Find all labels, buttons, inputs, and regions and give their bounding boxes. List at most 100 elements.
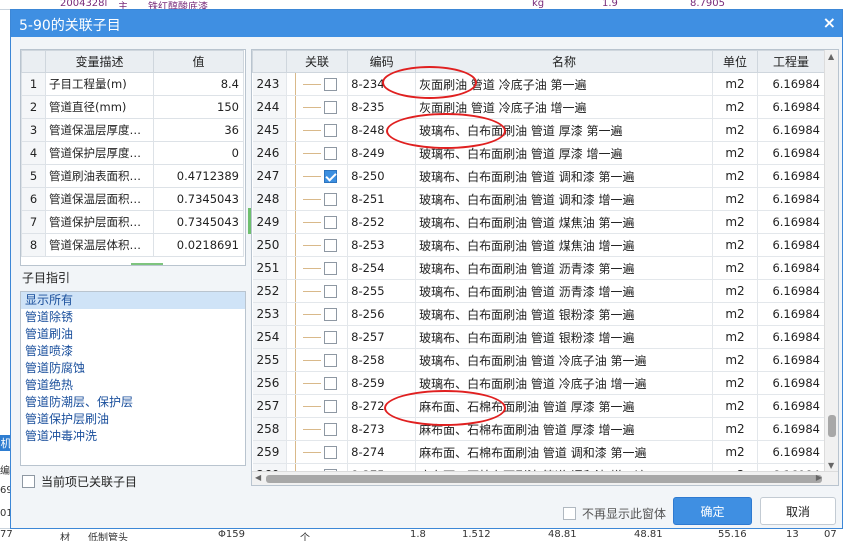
grid-row-unit: m2 <box>712 118 759 142</box>
parameter-row[interactable]: 2 管道直径(mm) 150 <box>21 95 244 119</box>
grid-row-checkbox[interactable] <box>323 377 337 390</box>
parameter-row-desc: 管道保温层面积… <box>45 187 154 211</box>
grid-row-qty: 6.16984 <box>757 210 825 234</box>
grid-row-relation <box>286 233 349 257</box>
grid-row-code: 8-252 <box>347 210 417 234</box>
ok-button[interactable]: 确定 <box>673 497 752 525</box>
guide-item[interactable]: 管道喷漆 <box>21 343 245 360</box>
guide-item[interactable]: 管道除锈 <box>21 309 245 326</box>
parameter-row-desc: 管道保护层厚度… <box>45 141 154 165</box>
guide-item[interactable]: 管道冲毒冲洗 <box>21 428 245 445</box>
no-show-checkbox-row[interactable]: 不再显示此窗体 <box>563 505 666 522</box>
grid-row-qty: 6.16984 <box>757 72 825 96</box>
cancel-button[interactable]: 取消 <box>760 497 836 525</box>
grid-row-checkbox[interactable] <box>323 147 337 160</box>
parameter-row-value[interactable]: 150 <box>153 95 244 119</box>
scroll-left-icon[interactable]: ◀ <box>255 473 261 482</box>
grid-row-checkbox[interactable] <box>323 193 337 206</box>
background-bottom-row: 77 材 低制管头 Φ159 个 1.8 1.512 48.81 48.81 5… <box>0 528 843 541</box>
scroll-up-icon[interactable]: ▲ <box>828 52 834 61</box>
grid-row[interactable]: 259 8-274 麻布面、石棉布面刷油 管道 调和漆 第一遍 m2 6.16984 <box>252 440 825 464</box>
tree-connector <box>302 199 321 200</box>
linked-items-dialog: 5-90的关联子目 × 变量描述 值 1 子目工程量(m) 8.4 2 管道直径(mm)… <box>10 9 843 529</box>
parameter-row-value[interactable]: 0 <box>153 141 244 165</box>
grid-row-name: 玻璃布、白布面刷油 管道 煤焦油 第一遍 <box>415 210 713 234</box>
close-icon[interactable]: × <box>823 13 836 32</box>
grid-row[interactable]: 255 8-258 玻璃布、白布面刷油 管道 冷底子油 第一遍 m2 6.16984 <box>252 348 825 372</box>
current-linked-checkbox-row[interactable]: 当前项已关联子目 <box>22 473 137 490</box>
grid-row-checkbox[interactable] <box>323 354 337 367</box>
grid-row-checkbox[interactable] <box>323 78 337 91</box>
grid-row-checkbox[interactable] <box>323 216 337 229</box>
dialog-titlebar[interactable]: 5-90的关联子目 × <box>11 10 842 37</box>
grid-row-relation <box>286 256 349 280</box>
grid-row[interactable]: 249 8-252 玻璃布、白布面刷油 管道 煤焦油 第一遍 m2 6.16984 <box>252 210 825 234</box>
guide-item[interactable]: 管道刷油 <box>21 326 245 343</box>
grid-row[interactable]: 245 8-248 玻璃布、白布面刷油 管道 厚漆 第一遍 m2 6.16984 <box>252 118 825 142</box>
guide-item[interactable]: 显示所有 <box>21 292 245 309</box>
vertical-scroll-thumb[interactable] <box>828 415 836 437</box>
parameter-row-value[interactable]: 0.4712389 <box>153 164 244 188</box>
grid-row[interactable]: 257 8-272 麻布面、石棉布面刷油 管道 厚漆 第一遍 m2 6.16984 <box>252 394 825 418</box>
grid-row[interactable]: 252 8-255 玻璃布、白布面刷油 管道 沥青漆 增一遍 m2 6.16984 <box>252 279 825 303</box>
horizontal-scroll-thumb[interactable] <box>266 475 822 483</box>
grid-row-unit: m2 <box>712 256 759 280</box>
param-scroll-indicator[interactable] <box>131 263 163 265</box>
parameter-row-value[interactable]: 8.4 <box>153 72 244 96</box>
guide-item[interactable]: 管道防腐蚀 <box>21 360 245 377</box>
parameter-row[interactable]: 3 管道保温层厚度… 36 <box>21 118 244 142</box>
grid-vertical-scrollbar[interactable]: ▲ ▼ <box>824 50 838 472</box>
grid-row-checkbox[interactable] <box>323 262 337 275</box>
guide-item[interactable]: 管道防潮层、保护层 <box>21 394 245 411</box>
grid-row[interactable]: 250 8-253 玻璃布、白布面刷油 管道 煤焦油 增一遍 m2 6.16984 <box>252 233 825 257</box>
grid-row[interactable]: 258 8-273 麻布面、石棉布面刷油 管道 厚漆 增一遍 m2 6.16984 <box>252 417 825 441</box>
bg-bottom-v6: 13 <box>786 529 799 540</box>
grid-row[interactable]: 246 8-249 玻璃布、白布面刷油 管道 厚漆 增一遍 m2 6.16984 <box>252 141 825 165</box>
grid-row-checkbox[interactable] <box>323 423 337 436</box>
grid-row[interactable]: 254 8-257 玻璃布、白布面刷油 管道 银粉漆 增一遍 m2 6.16984 <box>252 325 825 349</box>
parameter-row-value[interactable]: 0.7345043 <box>153 210 244 234</box>
parameter-row-value[interactable]: 36 <box>153 118 244 142</box>
grid-row-checkbox[interactable] <box>323 124 337 137</box>
parameter-row[interactable]: 8 管道保温层体积… 0.0218691 <box>21 233 244 257</box>
grid-row-checkbox[interactable] <box>323 101 337 114</box>
grid-row[interactable]: 243 8-234 灰面刷油 管道 冷底子油 第一遍 m2 6.16984 <box>252 72 825 96</box>
guide-item[interactable]: 管道绝热 <box>21 377 245 394</box>
grid-row-name: 玻璃布、白布面刷油 管道 银粉漆 增一遍 <box>415 325 713 349</box>
scroll-right-icon[interactable]: ▶ <box>816 473 822 482</box>
parameter-row[interactable]: 1 子目工程量(m) 8.4 <box>21 72 244 96</box>
grid-row-number: 250 <box>252 233 287 257</box>
grid-row[interactable]: 247 8-250 玻璃布、白布面刷油 管道 调和漆 第一遍 m2 6.16984 <box>252 164 825 188</box>
grid-row-checkbox[interactable] <box>323 170 337 183</box>
grid-horizontal-scrollbar[interactable]: ◀ ▶ <box>252 471 838 485</box>
grid-row-checkbox[interactable] <box>323 308 337 321</box>
grid-row[interactable]: 244 8-235 灰面刷油 管道 冷底子油 增一遍 m2 6.16984 <box>252 95 825 119</box>
bg-top-total: 8.7905 <box>690 0 725 9</box>
parameter-row-value[interactable]: 0.0218691 <box>153 233 244 257</box>
grid-row-checkbox[interactable] <box>323 331 337 344</box>
grid-row[interactable]: 256 8-259 玻璃布、白布面刷油 管道 冷底子油 增一遍 m2 6.16984 <box>252 371 825 395</box>
guide-item[interactable]: 管道保护层刷油 <box>21 411 245 428</box>
grid-row-name: 玻璃布、白布面刷油 管道 厚漆 第一遍 <box>415 118 713 142</box>
parameter-row-value[interactable]: 0.7345043 <box>153 187 244 211</box>
tree-connector <box>302 337 321 338</box>
parameter-row[interactable]: 4 管道保护层厚度… 0 <box>21 141 244 165</box>
grid-row[interactable]: 248 8-251 玻璃布、白布面刷油 管道 调和漆 增一遍 m2 6.16984 <box>252 187 825 211</box>
grid-row-number: 259 <box>252 440 287 464</box>
no-show-checkbox[interactable] <box>563 507 576 520</box>
parameter-row[interactable]: 7 管道保护层面积… 0.7345043 <box>21 210 244 234</box>
parameter-row[interactable]: 5 管道刷油表面积… 0.4712389 <box>21 164 244 188</box>
grid-row[interactable]: 251 8-254 玻璃布、白布面刷油 管道 沥青漆 第一遍 m2 6.16984 <box>252 256 825 280</box>
grid-row-unit: m2 <box>712 95 759 119</box>
grid-row-checkbox[interactable] <box>323 446 337 459</box>
grid-row-unit: m2 <box>712 348 759 372</box>
parameter-row[interactable]: 6 管道保温层面积… 0.7345043 <box>21 187 244 211</box>
scroll-down-icon[interactable]: ▼ <box>828 461 834 470</box>
linked-items-grid: 关联 编码 名称 单位 工程量 243 8-234 灰面刷油 管道 冷底子油 第一遍… <box>252 50 825 485</box>
grid-row-checkbox[interactable] <box>323 239 337 252</box>
grid-row[interactable]: 253 8-256 玻璃布、白布面刷油 管道 银粉漆 第一遍 m2 6.16984 <box>252 302 825 326</box>
grid-row-relation <box>286 394 349 418</box>
grid-row-checkbox[interactable] <box>323 285 337 298</box>
current-linked-checkbox[interactable] <box>22 475 35 488</box>
grid-row-checkbox[interactable] <box>323 400 337 413</box>
